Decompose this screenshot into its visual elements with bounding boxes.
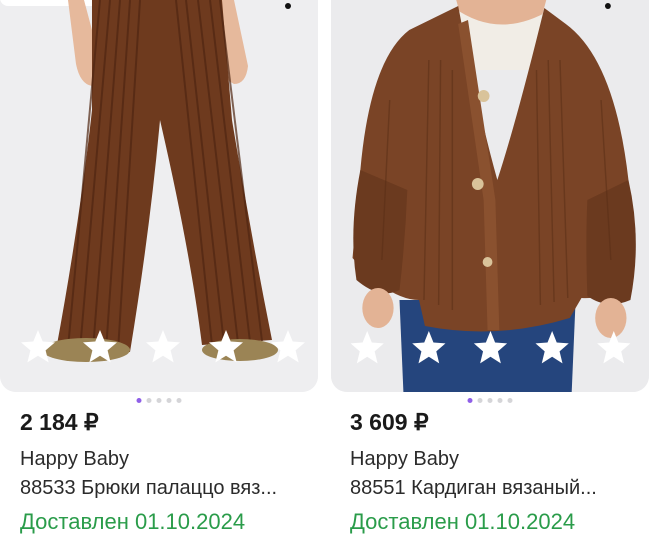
delivery-status: Доставлен 01.10.2024 <box>20 509 246 534</box>
pager-dot <box>487 398 493 403</box>
product-title[interactable]: 88533 Брюки палаццо вяз... <box>20 477 277 500</box>
product-price: 3 609 ₽ <box>350 409 429 435</box>
product-brand: Happy Baby <box>20 448 129 470</box>
product-photo-cardigan[interactable] <box>331 0 649 392</box>
product-photo-pants[interactable] <box>0 0 318 392</box>
product-card-cardigan[interactable]: 3 609 ₽ Happy Baby 88551 Кардиган вязаны… <box>331 0 649 540</box>
pager-dot <box>176 398 182 403</box>
avito-watermark: Avito <box>591 508 648 533</box>
pager-dot <box>136 398 142 403</box>
pager-dot <box>497 398 503 403</box>
pager-dot <box>467 398 473 403</box>
product-card-pants[interactable]: 2 184 ₽ Happy Baby 88533 Брюки палаццо в… <box>0 0 318 540</box>
photo-pager-dots <box>467 398 513 403</box>
delivery-status: Доставлен 01.10.2024 <box>350 509 576 534</box>
pager-dot <box>477 398 483 403</box>
product-title[interactable]: 88551 Кардиган вязаный... <box>350 477 597 500</box>
pager-dot <box>507 398 513 403</box>
photo-pager-dots <box>136 398 182 403</box>
pager-dot <box>166 398 172 403</box>
pager-dot <box>156 398 162 403</box>
product-price: 2 184 ₽ <box>20 409 99 435</box>
pager-dot <box>146 398 152 403</box>
product-brand: Happy Baby <box>350 448 459 470</box>
